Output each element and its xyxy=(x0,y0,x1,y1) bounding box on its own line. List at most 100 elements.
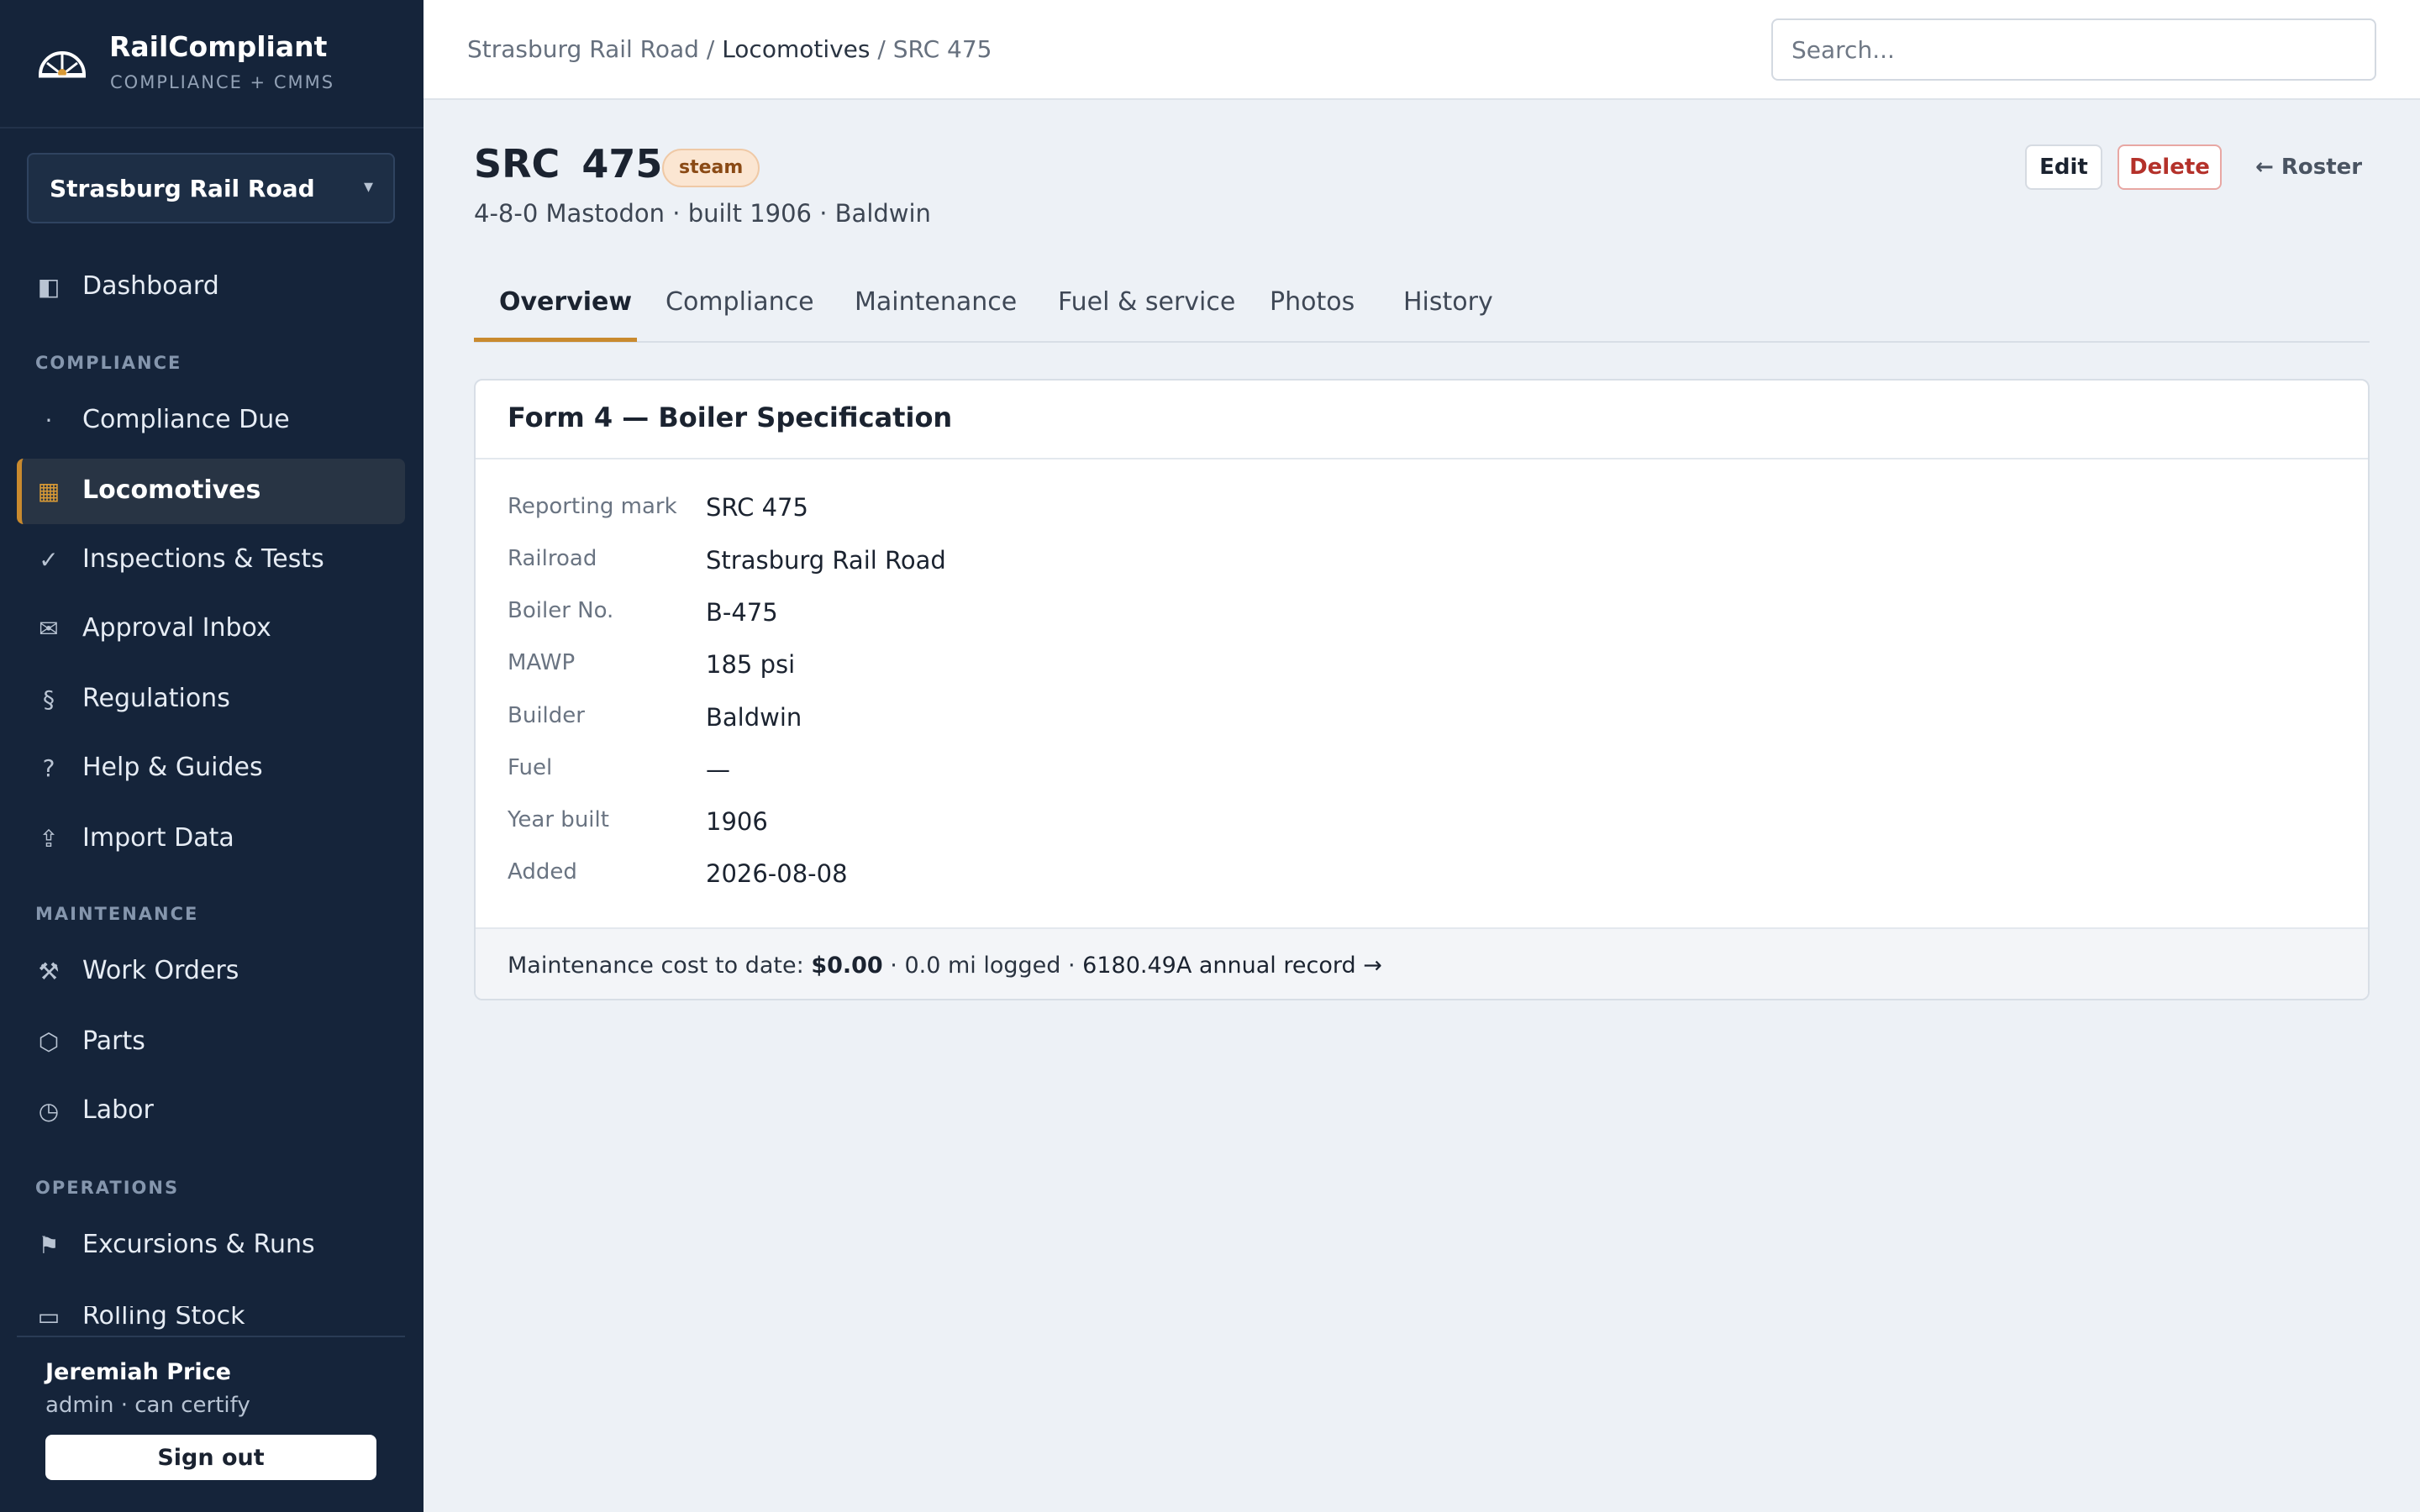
sidebar-scroll-clip: ▭ Rolling Stock xyxy=(0,1306,424,1335)
edit-button[interactable]: Edit xyxy=(2025,144,2102,190)
user-panel: Jeremiah Price admin · can certify Sign … xyxy=(17,1336,405,1512)
spec-value-reporting-mark: SRC 475 xyxy=(706,493,808,522)
delete-button[interactable]: Delete xyxy=(2118,144,2222,190)
upload-icon: ⇪ xyxy=(39,825,59,853)
spec-label-builder: Builder xyxy=(508,703,585,728)
hexagon-icon: ⬡ xyxy=(38,1028,60,1056)
breadcrumb-current: SRC 475 xyxy=(892,35,992,63)
grid-icon: ▦ xyxy=(37,477,60,505)
sidebar-item-regulations[interactable]: § Regulations xyxy=(17,667,405,732)
spec-value-railroad: Strasburg Rail Road xyxy=(706,546,946,575)
sidebar-item-label: Excursions & Runs xyxy=(82,1230,315,1259)
user-role: admin · can certify xyxy=(45,1393,250,1418)
sidebar-item-labor[interactable]: ◷ Labor xyxy=(17,1079,405,1144)
spec-label-boiler-no: Boiler No. xyxy=(508,598,614,623)
mileage-summary: · 0.0 mi logged · xyxy=(882,953,1083,979)
sidebar: RailCompliant COMPLIANCE + CMMS Strasbur… xyxy=(0,0,424,1512)
dot-icon: · xyxy=(45,407,53,434)
sidebar-item-label: Regulations xyxy=(82,684,230,713)
envelope-icon: ✉ xyxy=(39,615,59,643)
half-wheel-logo-icon xyxy=(38,51,87,78)
boiler-spec-card: Form 4 — Boiler Specification Reporting … xyxy=(474,379,2370,1000)
spec-label-reporting-mark: Reporting mark xyxy=(508,494,677,519)
sign-out-button[interactable]: Sign out xyxy=(45,1435,376,1480)
sidebar-item-help-guides[interactable]: ? Help & Guides xyxy=(17,736,405,801)
sidebar-section-operations: OPERATIONS xyxy=(35,1178,180,1198)
clock-icon: ◷ xyxy=(38,1097,60,1125)
tab-photos[interactable]: Photos xyxy=(1270,287,1355,317)
railcar-icon: ▭ xyxy=(37,1306,60,1331)
spec-value-mawp: 185 psi xyxy=(706,650,796,679)
railroad-selector-value: Strasburg Rail Road xyxy=(50,175,315,202)
help-icon: ? xyxy=(42,754,55,782)
sidebar-section-compliance: COMPLIANCE xyxy=(35,353,182,373)
spec-value-boiler-no: B-475 xyxy=(706,598,778,627)
card-divider xyxy=(476,458,2368,459)
spec-value-year-built: 1906 xyxy=(706,807,768,836)
brand-header[interactable]: RailCompliant COMPLIANCE + CMMS xyxy=(0,0,424,129)
spec-label-railroad: Railroad xyxy=(508,546,597,571)
search-input[interactable] xyxy=(1771,18,2376,81)
brand-name: RailCompliant xyxy=(109,30,328,63)
sidebar-item-label: Help & Guides xyxy=(82,753,263,782)
tools-icon: ⚒ xyxy=(38,958,60,985)
spec-label-year-built: Year built xyxy=(508,807,609,832)
spec-label-added: Added xyxy=(508,859,577,885)
sidebar-item-rolling-stock[interactable]: ▭ Rolling Stock xyxy=(17,1306,405,1335)
check-icon: ✓ xyxy=(39,546,59,574)
sidebar-item-excursions-runs[interactable]: ⚑ Excursions & Runs xyxy=(17,1213,405,1278)
card-title: Form 4 — Boiler Specification xyxy=(508,402,953,433)
flag-icon: ⚑ xyxy=(38,1231,60,1259)
tab-fuel-service[interactable]: Fuel & service xyxy=(1058,287,1235,317)
sidebar-item-parts[interactable]: ⬡ Parts xyxy=(17,1010,405,1075)
breadcrumb: Strasburg Rail Road / Locomotives / SRC … xyxy=(467,35,992,63)
sidebar-item-compliance-due[interactable]: · Compliance Due xyxy=(17,388,405,454)
tab-maintenance[interactable]: Maintenance xyxy=(855,287,1017,317)
sidebar-item-work-orders[interactable]: ⚒ Work Orders xyxy=(17,939,405,1005)
spec-value-fuel: — xyxy=(706,755,730,784)
breadcrumb-locomotives[interactable]: Locomotives xyxy=(722,35,870,63)
spec-label-fuel: Fuel xyxy=(508,755,553,780)
section-icon: § xyxy=(43,685,55,713)
maintenance-summary: Maintenance cost to date: $0.00 · 0.0 mi… xyxy=(508,953,1382,979)
sidebar-item-label: Parts xyxy=(82,1026,145,1056)
cost-prefix: Maintenance cost to date: xyxy=(508,953,812,979)
railroad-selector[interactable]: Strasburg Rail Road ▾ xyxy=(27,153,395,223)
sidebar-section-maintenance: MAINTENANCE xyxy=(35,904,199,924)
sidebar-item-label: Compliance Due xyxy=(82,405,290,434)
chevron-down-icon: ▾ xyxy=(363,176,373,197)
sidebar-item-label: Import Data xyxy=(82,823,234,853)
breadcrumb-separator: / xyxy=(698,35,723,63)
sidebar-item-import-data[interactable]: ⇪ Import Data xyxy=(17,806,405,872)
tab-overview[interactable]: Overview xyxy=(499,287,632,317)
active-tab-indicator xyxy=(474,338,637,342)
tab-compliance[interactable]: Compliance xyxy=(666,287,814,317)
back-to-roster-link[interactable]: ← Roster xyxy=(2255,155,2362,180)
sidebar-item-approval-inbox[interactable]: ✉ Approval Inbox xyxy=(17,596,405,662)
page-title: SRC 475 xyxy=(474,141,663,186)
tab-history[interactable]: History xyxy=(1403,287,1493,317)
card-footer: Maintenance cost to date: $0.00 · 0.0 mi… xyxy=(476,927,2368,999)
spec-value-builder: Baldwin xyxy=(706,703,802,732)
spec-label-mawp: MAWP xyxy=(508,650,576,675)
sidebar-item-label: Labor xyxy=(82,1095,154,1125)
top-bar: Strasburg Rail Road / Locomotives / SRC … xyxy=(424,0,2420,100)
dashboard-icon: ◧ xyxy=(37,273,60,301)
sidebar-item-label: Work Orders xyxy=(82,956,239,985)
sidebar-item-label: Inspections & Tests xyxy=(82,544,324,574)
sidebar-item-locomotives[interactable]: ▦ Locomotives xyxy=(17,459,405,524)
type-badge: steam xyxy=(662,149,760,187)
maintenance-cost: $0.00 xyxy=(811,953,883,979)
breadcrumb-railroad[interactable]: Strasburg Rail Road xyxy=(467,35,699,63)
brand-subtitle: COMPLIANCE + CMMS xyxy=(110,72,335,92)
tab-bar: Overview Compliance Maintenance Fuel & s… xyxy=(474,269,2370,343)
breadcrumb-separator: / xyxy=(870,35,893,63)
sidebar-item-label: Locomotives xyxy=(82,475,261,505)
sidebar-item-label: Rolling Stock xyxy=(82,1306,245,1331)
spec-value-added: 2026-08-08 xyxy=(706,859,848,888)
sidebar-item-inspections-tests[interactable]: ✓ Inspections & Tests xyxy=(17,528,405,593)
user-name: Jeremiah Price xyxy=(45,1359,231,1385)
sidebar-item-dashboard[interactable]: ◧ Dashboard xyxy=(17,255,405,320)
sidebar-item-label: Approval Inbox xyxy=(82,613,271,643)
annual-record-link[interactable]: 6180.49A annual record → xyxy=(1082,953,1382,979)
